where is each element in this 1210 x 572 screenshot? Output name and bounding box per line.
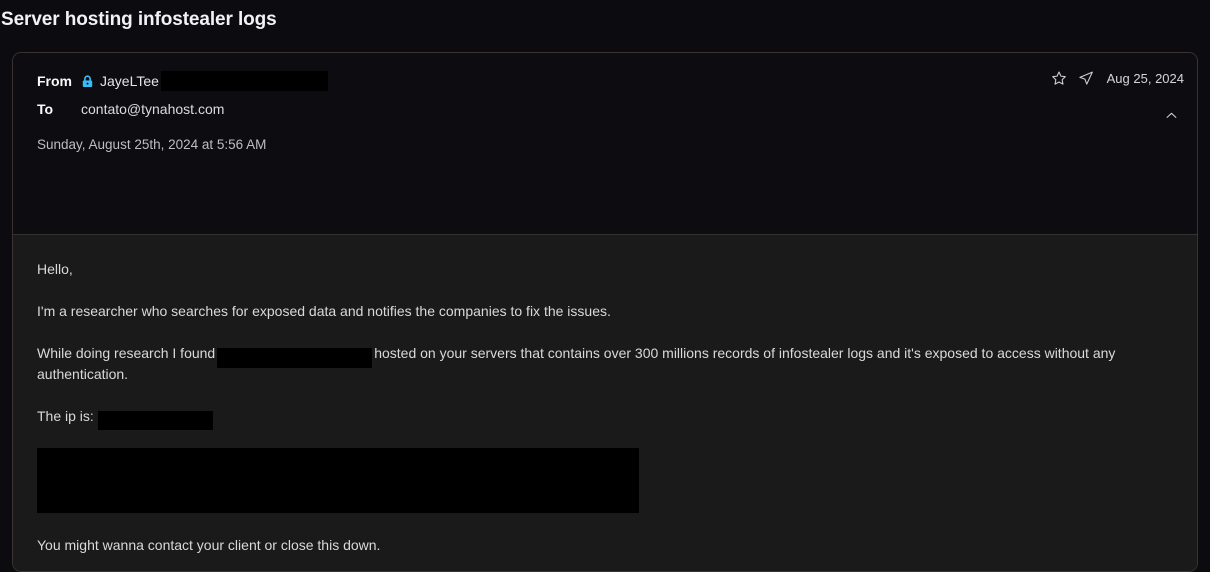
from-address-redaction: [160, 71, 328, 91]
meta-row: Aug 25, 2024: [1051, 68, 1184, 88]
from-value: JayeLTee: [81, 71, 328, 91]
to-row: To contato@tynahost.com: [25, 95, 1177, 123]
from-label: From: [37, 73, 72, 89]
embedded-screenshot-redaction: [37, 448, 639, 514]
body-closing: You might wanna contact your client or c…: [37, 537, 381, 554]
to-label: To: [37, 101, 54, 117]
sender-name[interactable]: JayeLTee: [100, 73, 159, 89]
message-datetime: Sunday, August 25th, 2024 at 5:56 AM: [37, 137, 267, 152]
message-card: From JayeLTee To contato@tynahost.com Su…: [12, 52, 1198, 572]
body-greeting: Hello,: [37, 261, 73, 277]
send-icon[interactable]: [1078, 70, 1095, 87]
to-address[interactable]: contato@tynahost.com: [81, 101, 224, 117]
page-title: Server hosting infostealer logs: [1, 9, 277, 30]
message-date-short: Aug 25, 2024: [1106, 70, 1184, 86]
message-header: From JayeLTee To contato@tynahost.com Su…: [13, 53, 1197, 271]
ip-label: The ip is:: [37, 408, 94, 425]
lock-icon: [81, 74, 94, 88]
chevron-up-icon[interactable]: [1160, 104, 1182, 126]
header-right-cluster: Aug 25, 2024: [1051, 68, 1184, 126]
ip-address-redaction: [97, 411, 213, 431]
body-ip-line: The ip is:: [37, 406, 1133, 431]
collapse-row: [1051, 104, 1184, 126]
message-body: Hello, I'm a researcher who searches for…: [13, 235, 1197, 571]
body-finding-prefix: While doing research I found: [37, 345, 216, 361]
server-name-redaction: [217, 348, 373, 369]
body-finding: While doing research I found hosted on yo…: [37, 343, 1133, 385]
body-intro: I'm a researcher who searches for expose…: [37, 303, 611, 319]
from-row: From JayeLTee: [25, 67, 1177, 95]
star-icon[interactable]: [1051, 70, 1068, 87]
